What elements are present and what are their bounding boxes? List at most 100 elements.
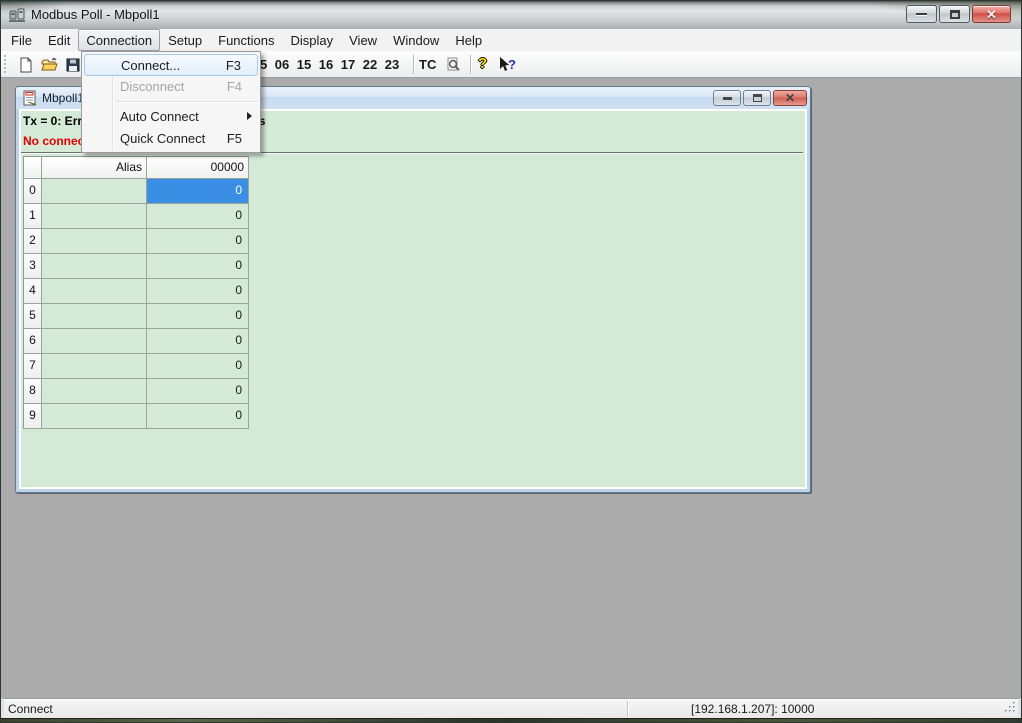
- alias-cell-3[interactable]: [42, 254, 147, 279]
- alias-cell-7[interactable]: [42, 354, 147, 379]
- context-help-button[interactable]: ?: [497, 56, 519, 73]
- menu-item-label: Connect...: [121, 58, 180, 73]
- row-header-5: 5: [24, 304, 42, 329]
- alias-cell-5[interactable]: [42, 304, 147, 329]
- menubar-item-setup[interactable]: Setup: [160, 29, 210, 51]
- statusbar-separator: [627, 701, 628, 716]
- svg-text:?: ?: [508, 57, 516, 72]
- open-file-button[interactable]: [41, 56, 59, 73]
- toolbar-separator: [413, 55, 414, 74]
- toolbar-grip[interactable]: [4, 55, 8, 73]
- minimize-button[interactable]: [906, 5, 937, 23]
- row-header-8: 8: [24, 379, 42, 404]
- child-body: Tx = 0: Err = 0: ID = 1: F = 03: SR = 10…: [19, 109, 807, 489]
- menubar-item-display[interactable]: Display: [283, 29, 342, 51]
- alias-cell-6[interactable]: [42, 329, 147, 354]
- toolbar-function-16[interactable]: 16: [315, 55, 337, 74]
- toolbar-function-23[interactable]: 23: [381, 55, 403, 74]
- toolbar-function-06[interactable]: 06: [271, 55, 293, 74]
- child-window-title: Mbpoll1: [42, 91, 84, 105]
- value-cell-5[interactable]: 0: [147, 304, 249, 329]
- display-setup-button[interactable]: [444, 56, 462, 73]
- grid-corner-cell: [24, 157, 42, 179]
- child-minimize-button[interactable]: [713, 90, 741, 106]
- row-header-0: 0: [24, 179, 42, 204]
- about-help-button[interactable]: ?: [478, 55, 487, 72]
- menubar-item-edit[interactable]: Edit: [40, 29, 78, 51]
- save-button[interactable]: [64, 56, 82, 73]
- grid-row-1: 10: [24, 204, 249, 229]
- app-window: Modbus Poll - Mbpoll1 ✕ FileEditConnecti…: [0, 0, 1022, 723]
- menu-item-connect[interactable]: Connect... F3: [84, 54, 258, 76]
- value-cell-1[interactable]: 0: [147, 204, 249, 229]
- menubar-item-file[interactable]: File: [3, 29, 40, 51]
- menubar-item-connection[interactable]: Connection: [78, 29, 160, 51]
- menu-item-quick-connect[interactable]: Quick ConnectF5: [82, 128, 260, 150]
- context-help-icon: ?: [497, 56, 519, 73]
- grid-row-8: 80: [24, 379, 249, 404]
- alias-cell-2[interactable]: [42, 229, 147, 254]
- grid-header-address: 00000: [147, 157, 249, 179]
- child-close-button[interactable]: ✕: [773, 90, 807, 106]
- restore-button[interactable]: [939, 5, 970, 23]
- register-grid: Alias0000000102030405060708090: [23, 156, 249, 429]
- close-icon: ✕: [785, 92, 795, 104]
- menubar-item-view[interactable]: View: [341, 29, 385, 51]
- minimize-icon: [916, 13, 927, 16]
- new-document-button[interactable]: [17, 56, 35, 73]
- menu-item-label: Auto Connect: [120, 109, 199, 124]
- toolbar-function-22[interactable]: 22: [359, 55, 381, 74]
- document-icon: [22, 90, 38, 111]
- value-cell-2[interactable]: 0: [147, 229, 249, 254]
- value-cell-0[interactable]: 0: [147, 179, 249, 204]
- resize-grip-icon[interactable]: [1004, 701, 1016, 716]
- menu-item-auto-connect[interactable]: Auto Connect: [82, 106, 260, 128]
- row-header-9: 9: [24, 404, 42, 429]
- grid-header-row: Alias00000: [24, 157, 249, 179]
- value-cell-8[interactable]: 0: [147, 379, 249, 404]
- window-bottom-frame: [1, 718, 1021, 723]
- grid-row-4: 40: [24, 279, 249, 304]
- value-cell-9[interactable]: 0: [147, 404, 249, 429]
- toolbar-function-15[interactable]: 15: [293, 55, 315, 74]
- about-help-icon: ?: [478, 55, 487, 72]
- alias-cell-8[interactable]: [42, 379, 147, 404]
- menu-item-shortcut: F3: [226, 58, 241, 73]
- toolbar-separator: [470, 55, 471, 74]
- mdi-area: Mbpoll1 ✕ Tx = 0: Err = 0: ID = 1: F = 0…: [1, 78, 1021, 698]
- restore-icon: [753, 94, 762, 102]
- row-header-3: 3: [24, 254, 42, 279]
- titlebar: Modbus Poll - Mbpoll1 ✕: [1, 1, 1021, 29]
- value-cell-6[interactable]: 0: [147, 329, 249, 354]
- grid-row-3: 30: [24, 254, 249, 279]
- close-button[interactable]: ✕: [972, 5, 1011, 23]
- toolbar-function-17[interactable]: 17: [337, 55, 359, 74]
- grid-row-6: 60: [24, 329, 249, 354]
- row-header-2: 2: [24, 229, 42, 254]
- test-center-button[interactable]: TC: [419, 57, 436, 72]
- grid-row-7: 70: [24, 354, 249, 379]
- value-cell-4[interactable]: 0: [147, 279, 249, 304]
- alias-cell-4[interactable]: [42, 279, 147, 304]
- grid-row-2: 20: [24, 229, 249, 254]
- alias-cell-9[interactable]: [42, 404, 147, 429]
- alias-cell-0[interactable]: [42, 179, 147, 204]
- app-icon: [9, 7, 25, 28]
- grid-row-0: 00: [24, 179, 249, 204]
- menubar-item-help[interactable]: Help: [447, 29, 490, 51]
- open-file-icon: [41, 57, 59, 73]
- display-magnifier-icon: [445, 56, 462, 73]
- grid-header-alias: Alias: [42, 157, 147, 179]
- function-code-buttons: 05061516172223: [249, 55, 403, 74]
- value-cell-3[interactable]: 0: [147, 254, 249, 279]
- menubar-item-window[interactable]: Window: [385, 29, 447, 51]
- value-cell-7[interactable]: 0: [147, 354, 249, 379]
- menubar: FileEditConnectionSetupFunctionsDisplayV…: [1, 29, 1021, 51]
- window-title: Modbus Poll - Mbpoll1: [31, 7, 160, 22]
- row-header-6: 6: [24, 329, 42, 354]
- child-restore-button[interactable]: [743, 90, 771, 106]
- alias-cell-1[interactable]: [42, 204, 147, 229]
- menu-separator: [116, 101, 258, 103]
- menubar-item-functions[interactable]: Functions: [210, 29, 282, 51]
- restore-icon: [950, 10, 960, 19]
